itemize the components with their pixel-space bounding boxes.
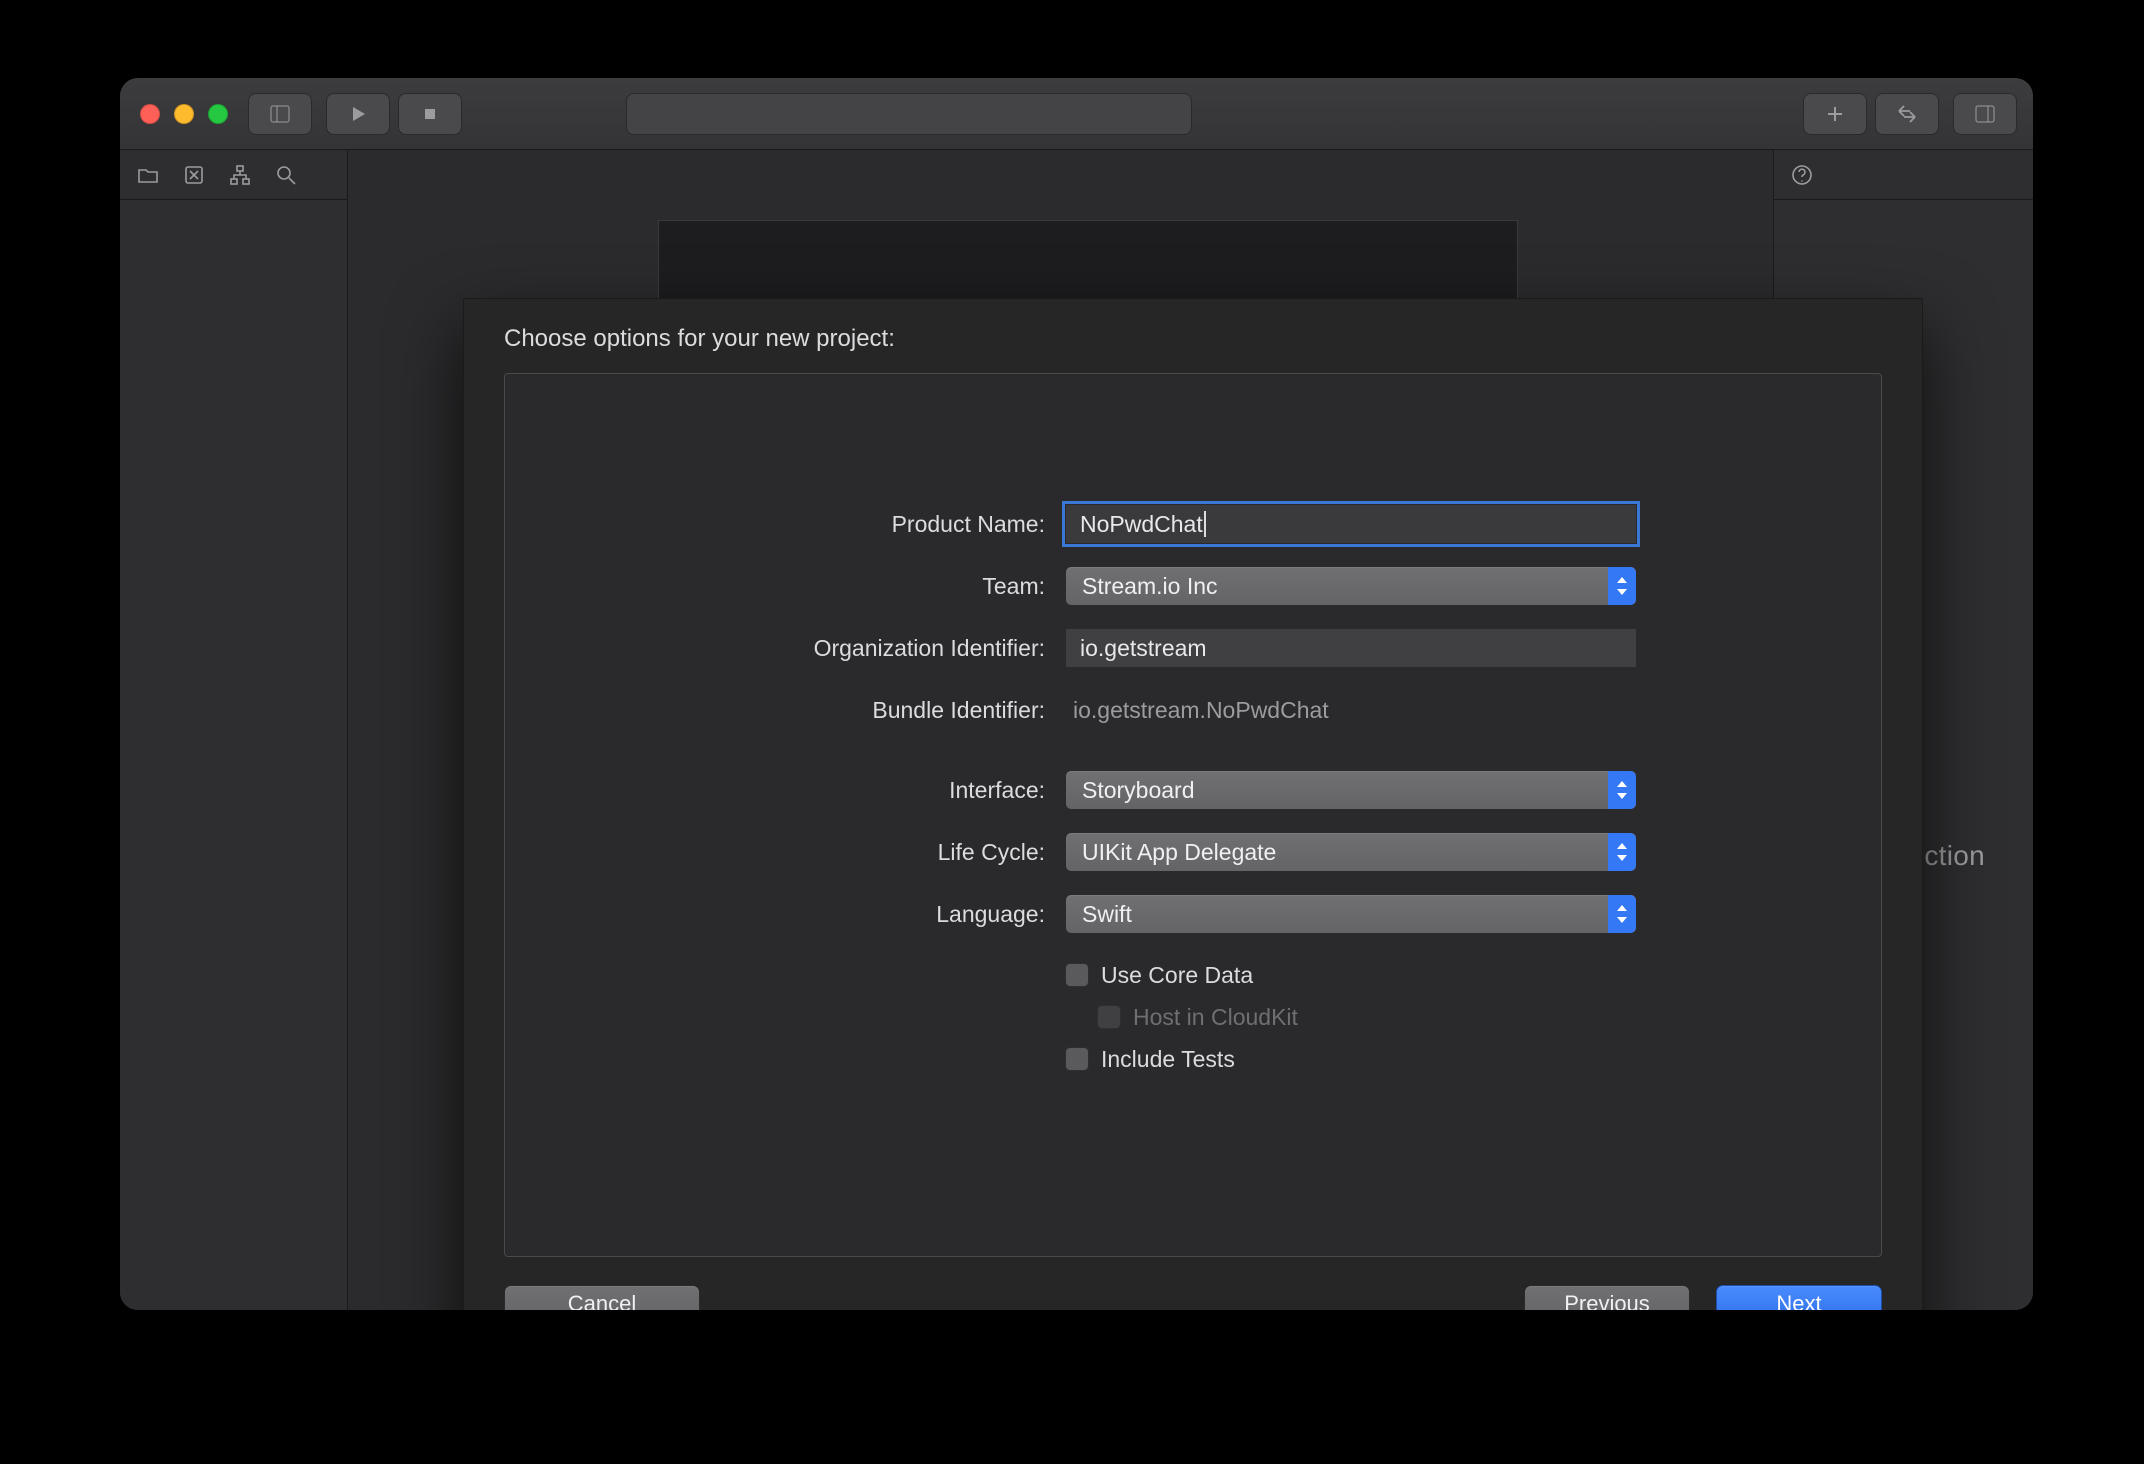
product-name-label: Product Name: [505, 511, 1045, 538]
search-icon[interactable] [274, 163, 298, 187]
plus-icon [1823, 102, 1847, 126]
navigator-tabs [120, 150, 347, 200]
use-core-data-label: Use Core Data [1101, 962, 1253, 989]
sheet-button-bar: Cancel Previous Next [464, 1257, 1922, 1310]
run-stop-group [326, 93, 462, 135]
life-cycle-value: UIKit App Delegate [1082, 839, 1276, 866]
chevron-up-down-icon [1608, 833, 1636, 871]
zoom-window-button[interactable] [208, 104, 228, 124]
navigator-toggle-group [248, 93, 312, 135]
main-area: ction Choose options for your new projec… [120, 150, 2033, 1310]
bundle-identifier-value: io.getstream.NoPwdChat [1065, 690, 1637, 730]
organization-identifier-value: io.getstream [1080, 635, 1207, 662]
include-tests-row[interactable]: Include Tests [1065, 1044, 1637, 1074]
issue-icon[interactable] [182, 163, 206, 187]
toggle-left-panel-button[interactable] [248, 93, 312, 135]
library-group [1803, 93, 1939, 135]
stop-button[interactable] [398, 93, 462, 135]
use-core-data-row[interactable]: Use Core Data [1065, 960, 1637, 990]
folder-icon[interactable] [136, 163, 160, 187]
organization-identifier-label: Organization Identifier: [505, 635, 1045, 662]
host-cloudkit-checkbox [1097, 1005, 1121, 1029]
next-button[interactable]: Next [1716, 1285, 1882, 1310]
xcode-window: ction Choose options for your new projec… [120, 78, 2033, 1310]
interface-select[interactable]: Storyboard [1065, 770, 1637, 810]
background-text-fragment: ction [1924, 840, 1985, 872]
interface-value: Storyboard [1082, 777, 1195, 804]
hierarchy-icon[interactable] [228, 163, 252, 187]
arrows-left-right-icon [1895, 102, 1919, 126]
host-cloudkit-label: Host in CloudKit [1133, 1004, 1298, 1031]
run-button[interactable] [326, 93, 390, 135]
sidebar-left-icon [268, 102, 292, 126]
include-tests-checkbox[interactable] [1065, 1047, 1089, 1071]
language-select[interactable]: Swift [1065, 894, 1637, 934]
cancel-button[interactable]: Cancel [504, 1285, 700, 1310]
include-tests-label: Include Tests [1101, 1046, 1235, 1073]
chevron-up-down-icon [1608, 567, 1636, 605]
close-window-button[interactable] [140, 104, 160, 124]
previous-button[interactable]: Previous [1524, 1285, 1690, 1310]
organization-identifier-field[interactable]: io.getstream [1065, 628, 1637, 668]
use-core-data-checkbox[interactable] [1065, 963, 1089, 987]
toolbar [120, 78, 2033, 150]
life-cycle-label: Life Cycle: [505, 839, 1045, 866]
options-form: Product Name: NoPwdChat Team: Stream.io … [505, 504, 1881, 1074]
window-controls [136, 104, 234, 124]
scheme-status-bar[interactable] [626, 93, 1192, 135]
product-name-field[interactable]: NoPwdChat [1065, 504, 1637, 544]
host-cloudkit-row: Host in CloudKit [1065, 1002, 1637, 1032]
new-project-options-sheet: Choose options for your new project: Pro… [463, 298, 1923, 1310]
minimize-window-button[interactable] [174, 104, 194, 124]
language-label: Language: [505, 901, 1045, 928]
sheet-body: Product Name: NoPwdChat Team: Stream.io … [504, 373, 1882, 1257]
team-select[interactable]: Stream.io Inc [1065, 566, 1637, 606]
product-name-value: NoPwdChat [1080, 511, 1203, 538]
play-icon [346, 102, 370, 126]
team-value: Stream.io Inc [1082, 573, 1218, 600]
text-cursor [1204, 511, 1206, 537]
inspectors-toggle-group [1953, 93, 2017, 135]
chevron-up-down-icon [1608, 771, 1636, 809]
sidebar-right-icon [1973, 102, 1997, 126]
add-button[interactable] [1803, 93, 1867, 135]
language-value: Swift [1082, 901, 1132, 928]
interface-label: Interface: [505, 777, 1045, 804]
stop-icon [418, 102, 442, 126]
navigator-panel [120, 150, 348, 1310]
help-icon[interactable] [1790, 163, 1814, 187]
bundle-identifier-label: Bundle Identifier: [505, 697, 1045, 724]
chevron-up-down-icon [1608, 895, 1636, 933]
life-cycle-select[interactable]: UIKit App Delegate [1065, 832, 1637, 872]
inspector-tabs [1774, 150, 2033, 200]
sheet-title: Choose options for your new project: [464, 299, 1922, 373]
team-label: Team: [505, 573, 1045, 600]
code-review-button[interactable] [1875, 93, 1939, 135]
checkbox-column: Use Core Data Host in CloudKit Include T… [1065, 956, 1637, 1074]
toggle-right-panel-button[interactable] [1953, 93, 2017, 135]
